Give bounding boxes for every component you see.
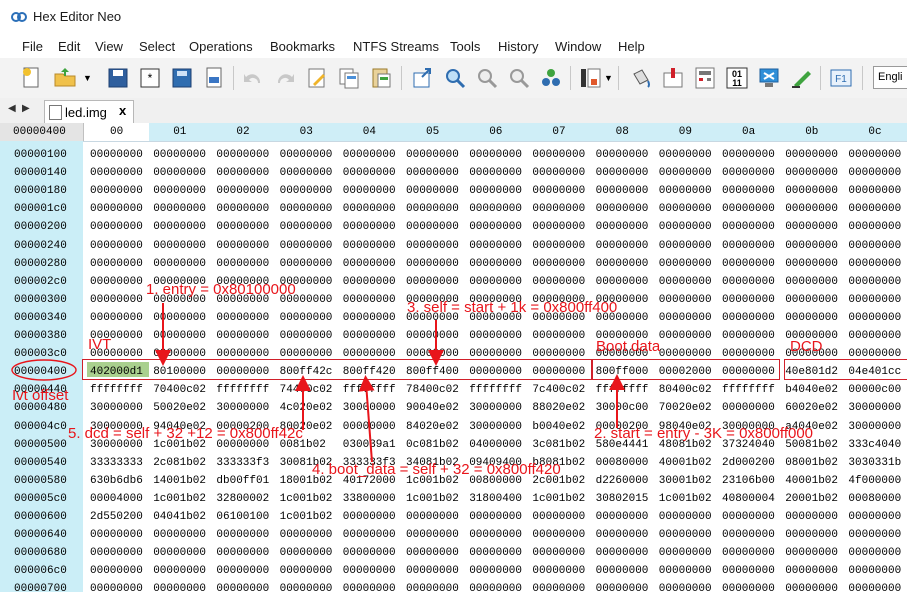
annotation-boot-data: 4. boot_data = self + 32 = 0x800ff420 xyxy=(312,461,561,478)
annotation-dcd-label: DCD xyxy=(790,338,823,355)
annotation-ivt: IVT xyxy=(88,336,112,353)
annotation-start: 2. start = entry - 3K = 0x800ff000 xyxy=(594,425,814,442)
annotation-dcd: 5. dcd = self + 32 +12 = 0x800ff42c xyxy=(68,425,303,442)
boot-data-arrow xyxy=(358,375,375,463)
ivt-offset-ellipse xyxy=(11,359,77,381)
annotation-self: 3. self = start + 1k = 0x800ff400 xyxy=(407,299,618,316)
annotation-arrows xyxy=(11,303,625,463)
annotation-ivt-offset: Ivt offset xyxy=(12,387,69,404)
annotation-boot-data-label: Boot data xyxy=(596,338,661,355)
annotation-entry: 1. entry = 0x80100000 xyxy=(146,281,296,298)
